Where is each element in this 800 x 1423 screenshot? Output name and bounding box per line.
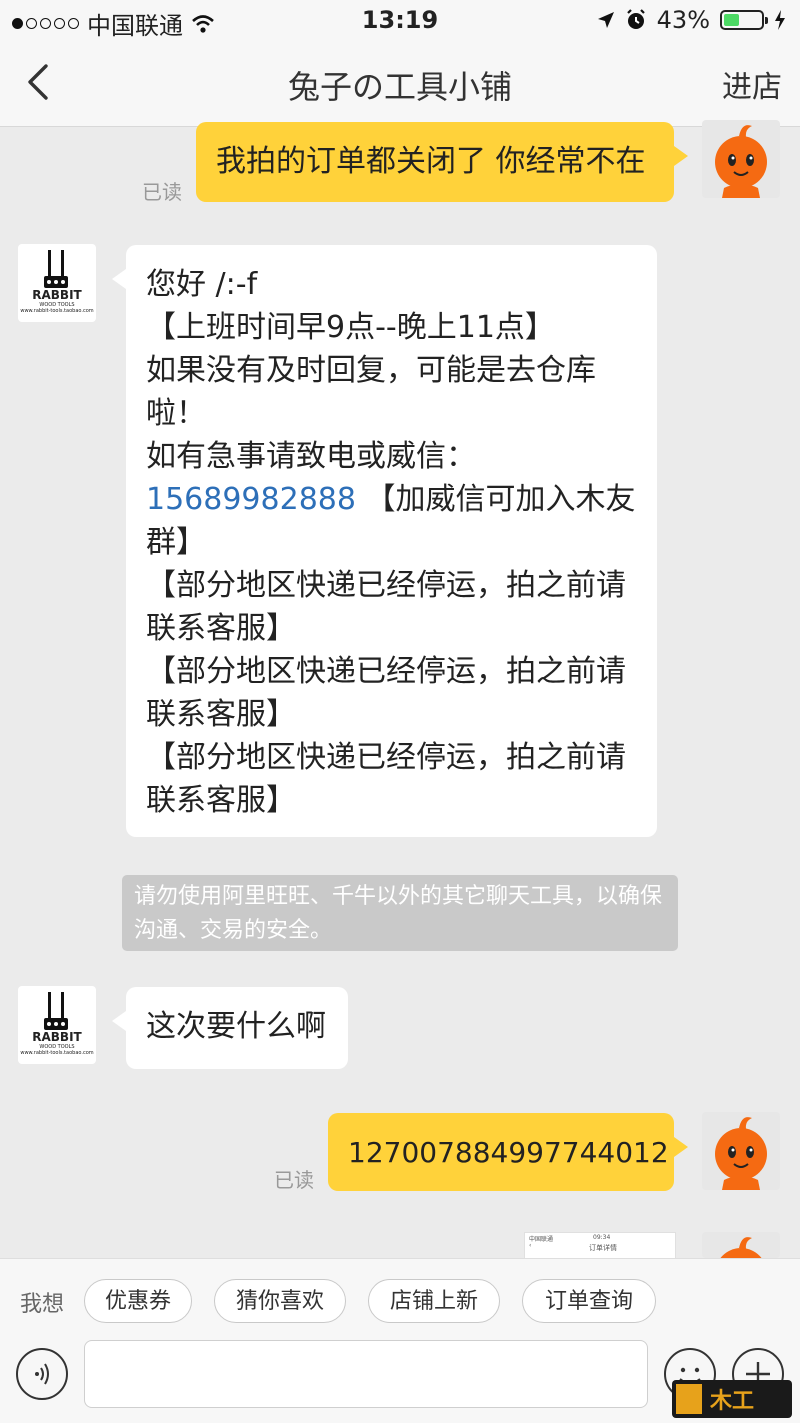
shop-message-line: 【上班时间早9点--晚上11点】 xyxy=(146,310,555,345)
my-message-bubble[interactable]: 127007884997744012 xyxy=(328,1113,688,1191)
new-arrivals-button[interactable]: 店铺上新 xyxy=(368,1279,500,1323)
shop-message-line: 啦！ xyxy=(146,396,206,431)
svg-text:木工: 木工 xyxy=(709,1389,754,1414)
charging-icon xyxy=(775,10,785,30)
coupon-button[interactable]: 优惠券 xyxy=(84,1279,192,1323)
shop-message-line: 【部分地区快递已经停运，拍之前请 xyxy=(146,568,626,603)
quick-prompt-label: 我想 xyxy=(20,1292,65,1317)
shop-logo-brand: RABBIT xyxy=(32,1030,82,1044)
shop-message-line: 联系客服】 xyxy=(146,611,296,646)
read-status: 已读 xyxy=(274,1168,314,1192)
watermark-logo: 木工 xyxy=(672,1380,792,1418)
enter-store-button[interactable]: 进店 xyxy=(722,62,782,106)
location-arrow-icon xyxy=(597,12,614,28)
message-input[interactable] xyxy=(84,1340,648,1408)
shop-message-line: 群】 xyxy=(146,525,206,560)
preview-carrier: 中国联通 xyxy=(529,1236,554,1243)
my-avatar[interactable] xyxy=(702,120,780,198)
quick-action-bar: 我想 优惠券 猜你喜欢 店铺上新 订单查询 xyxy=(0,1258,800,1339)
shop-message-phone-line: 15689982888 【加威信可加入木友 xyxy=(146,478,637,521)
status-bar: 中国联通 13:19 43% xyxy=(0,0,800,42)
shop-message-line: 您好 /:-f xyxy=(146,267,258,302)
status-right: 43% xyxy=(597,6,786,34)
security-notice: 请勿使用阿里旺旺、千牛以外的其它聊天工具，以确保沟通、交易的安全。 xyxy=(122,875,678,951)
voice-input-button[interactable] xyxy=(16,1348,68,1400)
chat-title: 兔子の工具小铺 xyxy=(287,68,512,106)
preview-time: 09:34 xyxy=(593,1234,611,1241)
shop-message-line: 【部分地区快递已经停运，拍之前请 xyxy=(146,740,626,775)
voice-wave-icon xyxy=(35,1363,49,1385)
shop-message-line: 联系客服】 xyxy=(146,783,296,818)
orange-mascot-icon xyxy=(715,125,767,198)
read-status: 已读 xyxy=(142,180,182,204)
battery-percent: 43% xyxy=(656,6,710,34)
preview-back-icon: ‹ xyxy=(529,1242,532,1249)
shop-message-line: 【部分地区快递已经停运，拍之前请 xyxy=(146,654,626,689)
shop-logo-brand: RABBIT xyxy=(32,288,82,302)
shop-message-text: 这次要什么啊 xyxy=(146,1009,326,1044)
shop-message-line: 如有急事请致电或威信： xyxy=(146,439,476,474)
shop-message-bubble[interactable]: 这次要什么啊 xyxy=(112,987,348,1069)
order-number-text: 127007884997744012 xyxy=(348,1136,669,1169)
phone-link[interactable]: 15689982888 xyxy=(146,482,356,517)
orange-mascot-icon xyxy=(715,1117,767,1190)
shop-avatar[interactable]: RABBIT WOOD TOOLS www.rabbit-tools.taoba… xyxy=(18,244,96,322)
shop-message-line: 如果没有及时回复，可能是去仓库 xyxy=(146,353,596,388)
phone-line-suffix: 【加威信可加入木友 xyxy=(355,482,636,517)
shop-message-bubble[interactable]: 您好 /:-f 【上班时间早9点--晚上11点】 如果没有及时回复，可能是去仓库… xyxy=(112,245,657,837)
shop-logo-url: www.rabbit-tools.taobao.com xyxy=(20,308,94,314)
order-query-button[interactable]: 订单查询 xyxy=(522,1279,656,1323)
alarm-icon xyxy=(626,9,645,29)
my-avatar[interactable] xyxy=(702,1112,780,1190)
shop-message-line: 联系客服】 xyxy=(146,697,296,732)
my-message-text: 我拍的订单都关闭了 你经常不在 xyxy=(216,144,646,179)
battery-icon xyxy=(720,10,768,30)
shop-avatar[interactable]: RABBIT WOOD TOOLS www.rabbit-tools.taoba… xyxy=(18,986,96,1064)
preview-title: 订单详情 xyxy=(589,1244,617,1252)
screenshot-image-message[interactable]: 中国联通 09:34 ‹ 订单详情 xyxy=(524,1232,676,1260)
my-avatar[interactable] xyxy=(702,1232,780,1258)
my-message-bubble[interactable]: 我拍的订单都关闭了 你经常不在 xyxy=(196,122,688,202)
recommend-button[interactable]: 猜你喜欢 xyxy=(214,1279,346,1323)
shop-logo-url: www.rabbit-tools.taobao.com xyxy=(20,1050,94,1056)
orange-mascot-icon xyxy=(720,1237,762,1258)
nav-bar: 兔子の工具小铺 进店 xyxy=(0,42,800,127)
